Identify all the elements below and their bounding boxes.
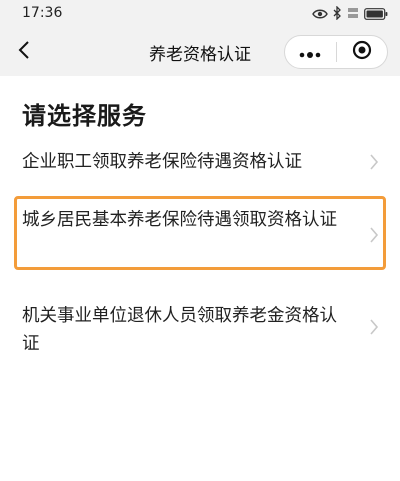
service-item-urban-rural[interactable]: 城乡居民基本养老保险待遇领取资格认证 xyxy=(0,196,400,272)
section-title: 请选择服务 xyxy=(22,102,147,130)
service-label: 机关事业单位退休人员领取养老金资格认证 xyxy=(22,306,337,354)
nav-bar: 养老资格认证 xyxy=(0,28,400,76)
service-label: 城乡居民基本养老保险待遇领取资格认证 xyxy=(22,210,337,230)
status-icons xyxy=(312,4,388,24)
chevron-right-icon xyxy=(368,153,380,171)
service-item-enterprise[interactable]: 企业职工领取养老保险待遇资格认证 xyxy=(0,140,400,186)
status-time: 17:36 xyxy=(22,5,63,21)
capsule-menu xyxy=(284,35,388,69)
battery-icon xyxy=(364,5,388,24)
chevron-right-icon xyxy=(368,318,380,336)
more-button[interactable] xyxy=(285,36,336,68)
target-close-icon xyxy=(352,40,372,64)
network-speed-icon xyxy=(347,5,359,24)
status-bar: 17:36 xyxy=(0,0,400,28)
service-label: 企业职工领取养老保险待遇资格认证 xyxy=(22,152,302,172)
close-miniprogram-button[interactable] xyxy=(337,36,388,68)
chevron-right-icon xyxy=(368,226,380,244)
service-item-public-institution[interactable]: 机关事业单位退休人员领取养老金资格认证 xyxy=(0,300,400,360)
eye-icon xyxy=(312,5,328,24)
more-dots-icon xyxy=(299,43,321,62)
bluetooth-icon xyxy=(333,4,342,24)
